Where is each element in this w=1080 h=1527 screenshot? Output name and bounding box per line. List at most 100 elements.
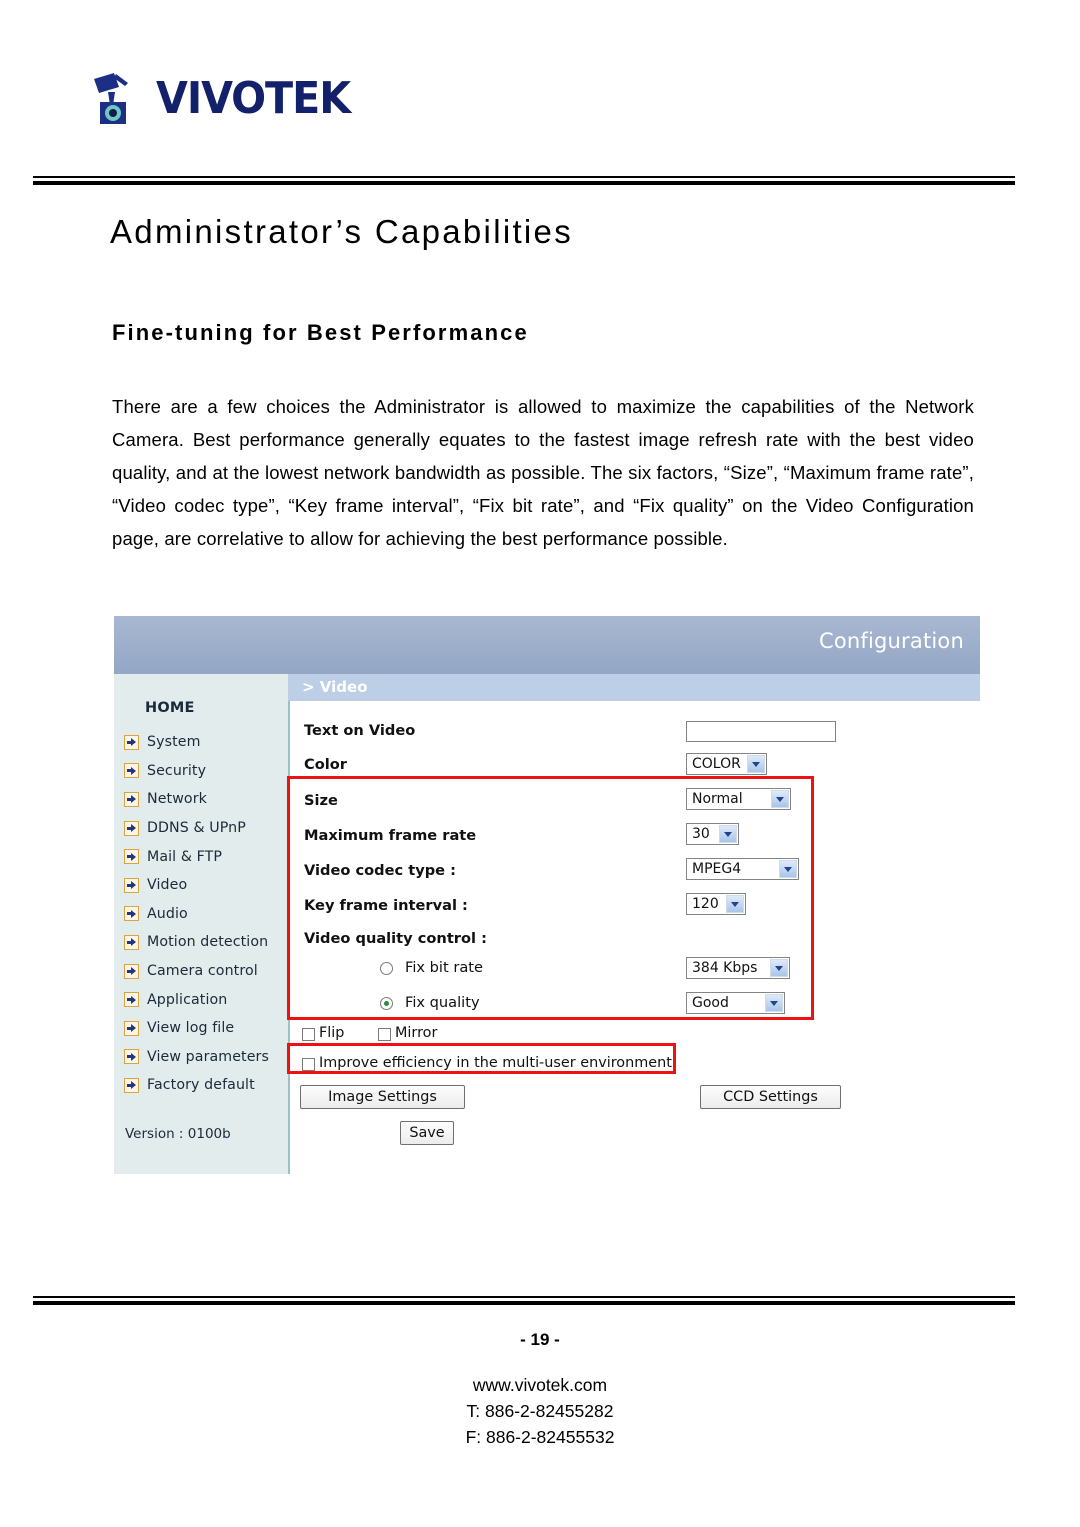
text-on-video-input[interactable]: [686, 721, 836, 742]
sidebar-item-label: Factory default: [147, 1077, 255, 1094]
footer-fax: F: 886-2-82455532: [465, 1427, 615, 1447]
chevron-down-icon: [770, 959, 788, 977]
sidebar-item-security[interactable]: Security: [114, 757, 288, 786]
save-button[interactable]: Save: [400, 1121, 454, 1145]
key-frame-interval-label: Key frame interval :: [304, 897, 468, 914]
row-color: Color COLOR: [290, 749, 980, 783]
fix-bit-rate-value: 384 Kbps: [692, 960, 758, 976]
improve-efficiency-label: Improve efficiency in the multi-user env…: [319, 1055, 672, 1071]
arrow-right-icon: [124, 877, 139, 893]
arrow-right-icon: [124, 1077, 139, 1093]
max-frame-rate-select[interactable]: 30: [686, 823, 739, 845]
sidebar-item-system[interactable]: System: [114, 728, 288, 757]
sidebar-item-application[interactable]: Application: [114, 985, 288, 1014]
top-divider: [33, 176, 1015, 185]
sidebar-item-label: Motion detection: [147, 934, 269, 951]
video-codec-type-value: MPEG4: [692, 861, 742, 877]
row-max-frame-rate: Maximum frame rate 30: [290, 820, 980, 854]
arrow-right-icon: [124, 906, 139, 922]
chevron-down-icon: [779, 860, 797, 878]
row-text-on-video: Text on Video: [290, 715, 980, 749]
sidebar-item-mail-ftp[interactable]: Mail & FTP: [114, 842, 288, 871]
arrow-right-icon: [124, 963, 139, 979]
sidebar-item-label: Security: [147, 762, 207, 779]
sidebar-item-label: View parameters: [147, 1048, 269, 1065]
section-title: Fine-tuning for Best Performance: [112, 320, 529, 345]
key-frame-interval-select[interactable]: 120: [686, 893, 746, 915]
page-title: Administrator’s Capabilities: [110, 213, 574, 250]
flip-label: Flip: [319, 1025, 345, 1041]
ui-header-title: Configuration: [818, 629, 964, 653]
page-number: - 19 -: [520, 1330, 560, 1349]
breadcrumb: > Video: [302, 678, 368, 696]
bottom-divider: [33, 1296, 1015, 1305]
arrow-right-icon: [124, 820, 139, 836]
sidebar-item-label: Mail & FTP: [147, 848, 223, 865]
sidebar-item-audio[interactable]: Audio: [114, 900, 288, 929]
body-paragraph: There are a few choices the Administrato…: [112, 396, 974, 549]
arrow-right-icon: [124, 734, 139, 750]
row-improve-efficiency: Improve efficiency in the multi-user env…: [290, 1051, 980, 1085]
arrow-right-icon: [124, 791, 139, 807]
sidebar-item-view-log-file[interactable]: View log file: [114, 1014, 288, 1043]
sidebar-item-home[interactable]: HOME: [145, 700, 195, 716]
image-settings-button[interactable]: Image Settings: [300, 1085, 465, 1109]
sidebar-item-camera-control[interactable]: Camera control: [114, 957, 288, 986]
row-fix-quality: Fix quality Good: [290, 988, 980, 1022]
sidebar-item-ddns-upnp[interactable]: DDNS & UPnP: [114, 814, 288, 843]
sidebar-item-network[interactable]: Network: [114, 785, 288, 814]
color-value: COLOR: [692, 756, 741, 772]
chevron-down-icon: [719, 825, 737, 843]
video-codec-type-select[interactable]: MPEG4: [686, 858, 799, 880]
logo-wordmark: VIVOTEK: [156, 73, 351, 124]
sidebar-item-label: Application: [147, 991, 228, 1008]
ui-header-bar: Configuration: [114, 616, 980, 674]
max-frame-rate-label: Maximum frame rate: [304, 827, 477, 844]
footer-website: www.vivotek.com: [472, 1375, 608, 1395]
firmware-version: Version : 0100b: [125, 1126, 231, 1142]
improve-efficiency-checkbox[interactable]: [302, 1058, 315, 1071]
sidebar-menu: System Security Network DDNS & UPnP Mail…: [114, 728, 288, 1100]
chevron-down-icon: [765, 994, 783, 1012]
size-select[interactable]: Normal: [686, 788, 791, 810]
arrow-right-icon: [124, 763, 139, 779]
ccd-settings-button[interactable]: CCD Settings: [700, 1085, 841, 1109]
sidebar-item-video[interactable]: Video: [114, 871, 288, 900]
fix-quality-value: Good: [692, 995, 729, 1011]
fix-quality-select[interactable]: Good: [686, 992, 785, 1014]
arrow-right-icon: [124, 1020, 139, 1036]
row-flip-mirror: Flip Mirror: [290, 1021, 980, 1055]
sidebar-item-label: Audio: [147, 905, 188, 922]
sidebar-item-label: Camera control: [147, 963, 258, 980]
sidebar-item-label: Network: [147, 791, 207, 808]
key-frame-interval-value: 120: [692, 896, 719, 912]
arrow-right-icon: [124, 849, 139, 865]
row-save-button: Save: [290, 1119, 980, 1153]
breadcrumb-bar: > Video: [288, 674, 980, 701]
fix-bit-rate-select[interactable]: 384 Kbps: [686, 957, 790, 979]
mirror-checkbox[interactable]: [378, 1028, 391, 1041]
arrow-right-icon: [124, 992, 139, 1008]
sidebar-item-label: Video: [147, 877, 188, 894]
fix-quality-radio[interactable]: [380, 997, 393, 1010]
text-on-video-label: Text on Video: [304, 722, 416, 739]
sidebar-item-motion-detection[interactable]: Motion detection: [114, 928, 288, 957]
row-video-quality-control: Video quality control :: [290, 923, 980, 957]
sidebar-item-factory-default[interactable]: Factory default: [114, 1071, 288, 1100]
arrow-right-icon: [124, 1049, 139, 1065]
chevron-down-icon: [771, 790, 789, 808]
video-codec-type-label: Video codec type :: [304, 862, 456, 879]
device-ui-screenshot: Configuration > Video HOME System Securi…: [114, 616, 980, 1174]
video-quality-control-label: Video quality control :: [304, 930, 487, 947]
sidebar-item-view-parameters[interactable]: View parameters: [114, 1043, 288, 1072]
row-key-frame-interval: Key frame interval : 120: [290, 890, 980, 924]
sidebar-item-label: System: [147, 734, 201, 751]
sidebar-item-label: View log file: [147, 1020, 235, 1037]
max-frame-rate-value: 30: [692, 826, 710, 842]
row-fix-bit-rate: Fix bit rate 384 Kbps: [290, 953, 980, 987]
vivotek-logo: VIVOTEK: [88, 68, 351, 130]
color-select[interactable]: COLOR: [686, 753, 767, 775]
fix-bit-rate-radio[interactable]: [380, 962, 393, 975]
flip-checkbox[interactable]: [302, 1028, 315, 1041]
chevron-down-icon: [747, 755, 765, 773]
